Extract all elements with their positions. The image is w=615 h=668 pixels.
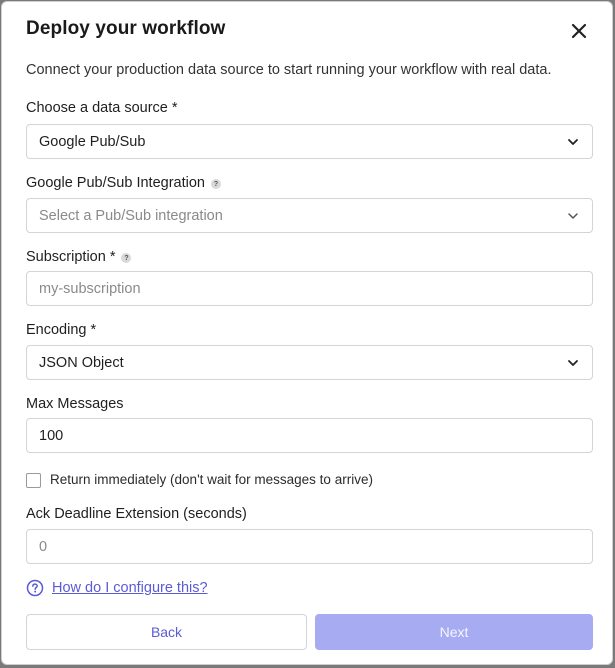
encoding-value: JSON Object xyxy=(39,354,124,371)
deploy-workflow-dialog: Deploy your workflow Connect your produc… xyxy=(1,1,613,665)
ack-deadline-label-text: Ack Deadline Extension (seconds) xyxy=(26,506,247,522)
subscription-label: Subscription * ? xyxy=(26,249,132,265)
max-messages-value: 100 xyxy=(39,427,64,444)
subscription-input[interactable]: my-subscription xyxy=(26,271,593,306)
return-immediately-checkbox[interactable] xyxy=(26,473,41,488)
encoding-label: Encoding * xyxy=(26,322,96,338)
back-button[interactable]: Back xyxy=(26,614,307,650)
ack-deadline-input[interactable]: 0 xyxy=(26,529,593,564)
data-source-label: Choose a data source * xyxy=(26,100,178,116)
return-immediately-row: Return immediately (don't wait for messa… xyxy=(26,470,373,488)
data-source-select[interactable]: Google Pub/Sub xyxy=(26,124,593,159)
data-source-value: Google Pub/Sub xyxy=(39,133,146,150)
dialog-subtitle: Connect your production data source to s… xyxy=(26,62,552,78)
return-immediately-label: Return immediately (don't wait for messa… xyxy=(50,471,373,487)
encoding-label-text: Encoding * xyxy=(26,322,97,338)
max-messages-label-text: Max Messages xyxy=(26,396,124,412)
data-source-label-text: Choose a data source * xyxy=(26,100,178,116)
question-icon[interactable]: ? xyxy=(210,179,221,189)
chevron-down-icon xyxy=(568,212,578,219)
encoding-select[interactable]: JSON Object xyxy=(26,345,593,380)
how-to-configure-link[interactable]: How do I configure this? xyxy=(52,580,208,596)
integration-placeholder: Select a Pub/Sub integration xyxy=(39,207,223,224)
integration-label-text: Google Pub/Sub Integration xyxy=(26,175,205,191)
chevron-down-icon xyxy=(568,138,578,145)
subscription-label-text: Subscription * xyxy=(26,249,116,265)
max-messages-label: Max Messages xyxy=(26,396,124,412)
close-icon[interactable] xyxy=(567,19,591,43)
max-messages-input[interactable]: 100 xyxy=(26,418,593,453)
ack-deadline-label: Ack Deadline Extension (seconds) xyxy=(26,506,247,522)
integration-label: Google Pub/Sub Integration ? xyxy=(26,175,221,191)
help-circle-icon[interactable] xyxy=(26,579,44,597)
chevron-down-icon xyxy=(568,359,578,366)
dialog-title: Deploy your workflow xyxy=(26,18,226,39)
ack-deadline-placeholder: 0 xyxy=(39,538,48,555)
integration-select[interactable]: Select a Pub/Sub integration xyxy=(26,198,593,233)
next-button[interactable]: Next xyxy=(315,614,593,650)
help-link-row: How do I configure this? xyxy=(26,579,208,597)
subscription-placeholder: my-subscription xyxy=(39,280,141,297)
question-icon[interactable]: ? xyxy=(121,253,132,263)
